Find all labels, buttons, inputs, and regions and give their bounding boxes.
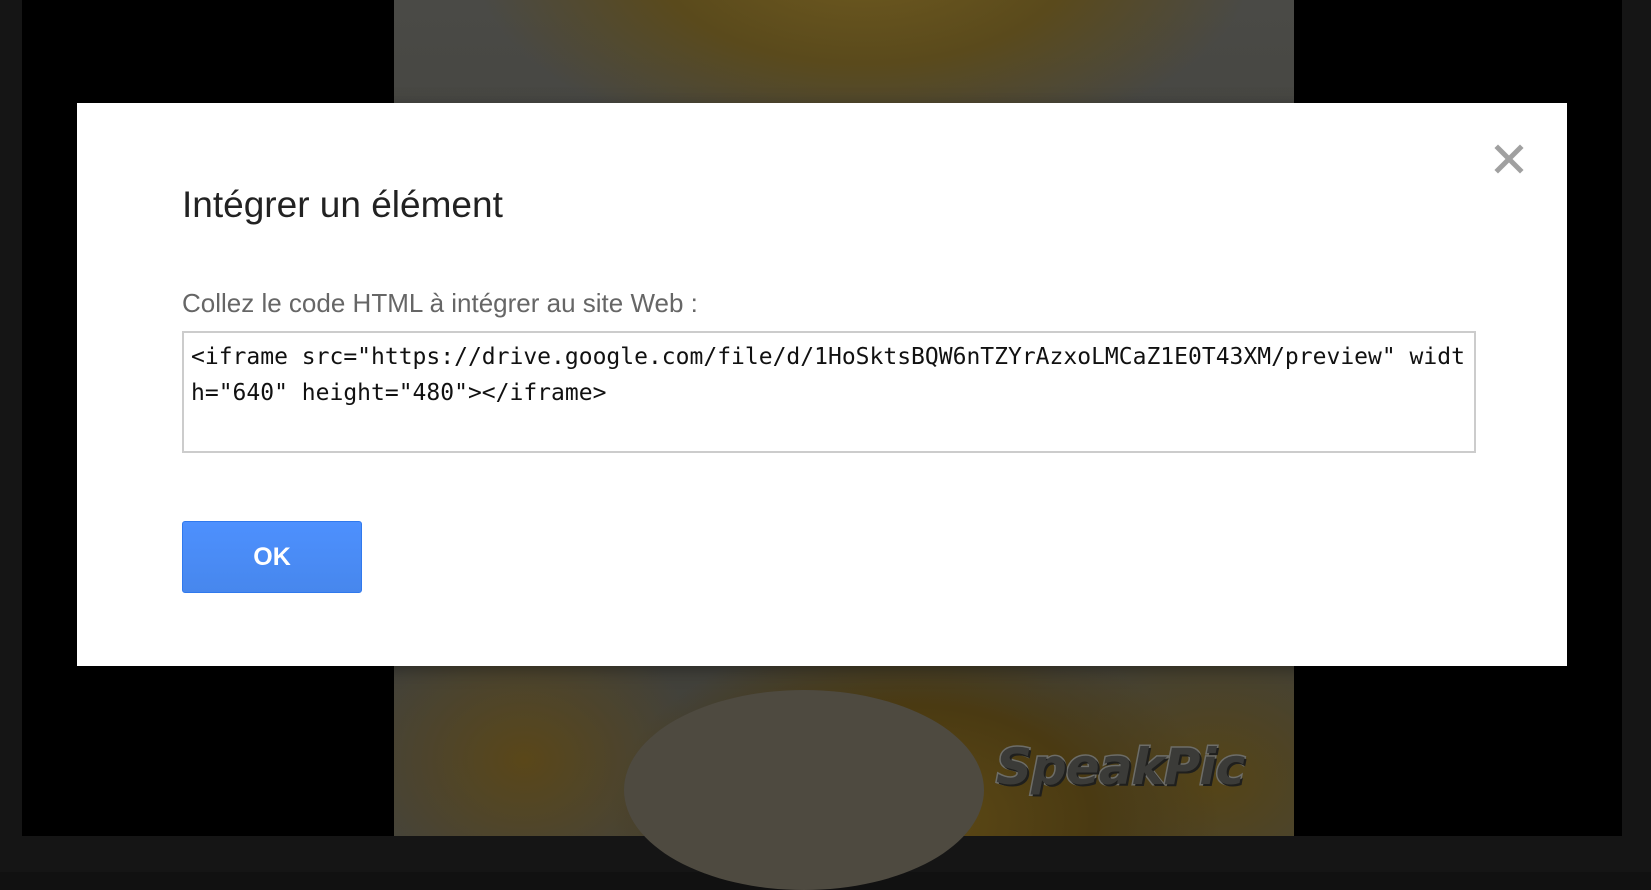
preview-face-shape: [624, 690, 984, 890]
ok-button[interactable]: OK: [182, 521, 362, 593]
screen-backdrop: SpeakPic Intégrer un élément Collez le c…: [0, 0, 1651, 890]
embed-code-label: Collez le code HTML à intégrer au site W…: [182, 288, 698, 318]
dialog-title: Intégrer un élément: [182, 184, 503, 225]
close-icon: [1494, 144, 1524, 174]
embed-dialog: Intégrer un élément Collez le code HTML …: [77, 103, 1567, 666]
watermark-logo: SpeakPic: [994, 737, 1246, 798]
close-button[interactable]: [1489, 139, 1529, 179]
embed-code-field[interactable]: <iframe src="https://drive.google.com/fi…: [182, 331, 1476, 453]
